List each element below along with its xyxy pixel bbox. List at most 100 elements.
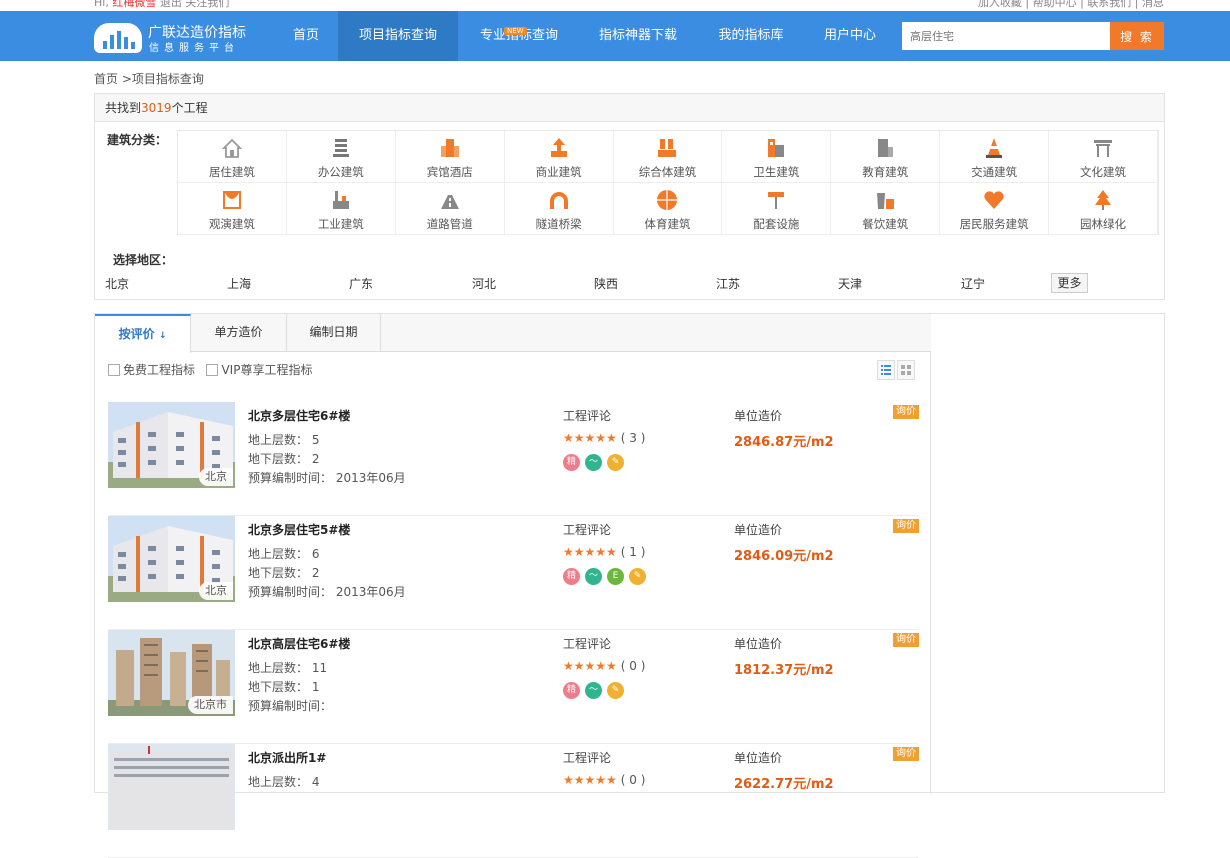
inquiry-tag[interactable]: 询价 xyxy=(893,747,919,761)
category-performance[interactable]: 观演建筑 xyxy=(178,183,287,235)
unit-price-label: 单位造价 xyxy=(734,637,783,651)
username-link[interactable]: 红梅微雪 xyxy=(112,0,156,9)
floors-above-label: 地上层数： xyxy=(248,661,309,675)
location-tag: 北京市 xyxy=(188,696,233,714)
nav-project-index[interactable]: 项目指标查询 xyxy=(338,11,458,61)
hotel-icon xyxy=(440,139,459,157)
nav-user-center[interactable]: 用户中心 xyxy=(810,11,890,61)
feature-badges: 精 ～ E ✎ xyxy=(563,567,651,585)
project-thumbnail[interactable]: 北京 xyxy=(108,402,235,488)
review-label: 工程评论 xyxy=(563,637,612,651)
follow-link[interactable]: 关注我们 xyxy=(185,0,229,9)
review-label: 工程评论 xyxy=(563,409,612,423)
review-count[interactable]: ( 1 ) xyxy=(621,545,646,559)
project-thumbnail[interactable]: 北京 xyxy=(108,516,235,602)
region-item[interactable]: 广东 xyxy=(349,275,373,292)
top-utility-bar: Hi, 红梅微雪 退出 关注我们 加入收藏 | 帮助中心 | 联系我们 | 消息 xyxy=(0,0,1230,10)
category-complex[interactable]: 综合体建筑 xyxy=(613,131,723,183)
inquiry-tag[interactable]: 询价 xyxy=(893,405,919,419)
list-view-icon[interactable] xyxy=(877,360,895,380)
category-sports[interactable]: 体育建筑 xyxy=(613,183,723,235)
inquiry-tag[interactable]: 询价 xyxy=(893,633,919,647)
category-residential[interactable]: 居住建筑 xyxy=(178,131,287,183)
region-item[interactable]: 天津 xyxy=(838,275,862,292)
category-dining[interactable]: 餐饮建筑 xyxy=(831,183,941,235)
region-item[interactable]: 上海 xyxy=(227,275,251,292)
stars-icon: ★★★★★ xyxy=(563,659,617,673)
more-regions-button[interactable]: 更多 xyxy=(1051,273,1088,293)
category-label-text: 道路管道 xyxy=(426,217,473,231)
nav-download[interactable]: 指标神器下载 xyxy=(582,11,694,61)
tab-sort-rating[interactable]: 按评价 ↓ xyxy=(95,314,191,353)
category-commercial[interactable]: 商业建筑 xyxy=(504,131,614,183)
category-facilities[interactable]: 配套设施 xyxy=(722,183,832,235)
floors-above-value: 6 xyxy=(311,547,320,561)
top-links[interactable]: 加入收藏 | 帮助中心 | 联系我们 | 消息 xyxy=(978,0,1164,10)
category-transport[interactable]: 交通建筑 xyxy=(940,131,1050,183)
project-item[interactable]: 北京市 北京高层住宅6#楼 地上层数： 11 地下层数： 1 预算编制时间： 工… xyxy=(108,630,919,744)
review-count[interactable]: ( 0 ) xyxy=(621,659,646,673)
nav-my-library[interactable]: 我的指标库 xyxy=(704,11,798,61)
cloud-logo-icon xyxy=(94,23,142,53)
search-input[interactable] xyxy=(902,22,1110,50)
category-culture[interactable]: 文化建筑 xyxy=(1049,131,1158,183)
trend-badge-icon: ～ xyxy=(585,454,602,471)
category-tunnels-bridges[interactable]: 隧道桥梁 xyxy=(504,183,614,235)
project-item[interactable]: 北京 北京多层住宅5#楼 地上层数： 6 地下层数： 2 预算编制时间： 201… xyxy=(108,516,919,630)
category-health[interactable]: 卫生建筑 xyxy=(722,131,832,183)
project-thumbnail[interactable]: 北京市 xyxy=(108,630,235,716)
project-title[interactable]: 北京多层住宅6#楼 xyxy=(248,407,350,424)
project-title[interactable]: 北京高层住宅6#楼 xyxy=(248,635,350,652)
project-thumbnail[interactable] xyxy=(108,744,235,830)
nav-professional-index[interactable]: 专业指标查询 xyxy=(462,11,576,61)
category-label-text: 商业建筑 xyxy=(535,165,582,179)
free-checkbox-label: 免费工程指标 xyxy=(123,363,196,377)
review-count[interactable]: ( 0 ) xyxy=(621,773,646,787)
project-item[interactable]: 北京派出所1# 地上层数： 4 工程评论 ★★★★★ ( 0 ) 单位造价 262… xyxy=(108,744,919,858)
project-title[interactable]: 北京多层住宅5#楼 xyxy=(248,521,350,538)
category-label-text: 隧道桥梁 xyxy=(535,217,582,231)
category-resident-services[interactable]: 居民服务建筑 xyxy=(940,183,1050,235)
complex-building-icon xyxy=(658,139,677,157)
category-label-text: 园林绿化 xyxy=(1080,217,1127,231)
sort-down-icon: ↓ xyxy=(158,331,167,341)
tab-sort-date[interactable]: 编制日期 xyxy=(287,314,381,352)
project-title[interactable]: 北京派出所1# xyxy=(248,749,326,766)
star-rating: ★★★★★ ( 0 ) xyxy=(563,659,645,673)
grid-view-icon[interactable] xyxy=(897,360,915,380)
category-roads[interactable]: 道路管道 xyxy=(395,183,505,235)
basketball-icon xyxy=(657,190,678,210)
region-item[interactable]: 陕西 xyxy=(594,275,618,292)
region-item[interactable]: 辽宁 xyxy=(961,275,985,292)
review-label: 工程评论 xyxy=(563,523,612,537)
review-count[interactable]: ( 3 ) xyxy=(621,431,646,445)
category-label-text: 综合体建筑 xyxy=(638,165,697,179)
category-label-text: 餐饮建筑 xyxy=(862,217,909,231)
region-item[interactable]: 北京 xyxy=(105,275,129,292)
search-button[interactable]: 搜 索 xyxy=(1110,22,1164,50)
vip-checkbox[interactable] xyxy=(206,363,219,376)
category-industrial[interactable]: 工业建筑 xyxy=(286,183,396,235)
inquiry-tag[interactable]: 询价 xyxy=(893,519,919,533)
region-item[interactable]: 江苏 xyxy=(716,275,740,292)
project-item[interactable]: 北京 北京多层住宅6#楼 地上层数： 5 地下层数： 2 预算编制时间： 201… xyxy=(108,402,919,516)
results-panel: 按评价 ↓ 单方造价 编制日期 免费工程指标 VIP尊享工程指标 北京 北京多层… xyxy=(95,314,931,858)
stars-icon: ★★★★★ xyxy=(563,773,617,787)
category-education[interactable]: 教育建筑 xyxy=(831,131,941,183)
region-item[interactable]: 河北 xyxy=(472,275,496,292)
category-landscape[interactable]: 园林绿化 xyxy=(1049,183,1158,235)
category-office[interactable]: 办公建筑 xyxy=(286,131,396,183)
free-checkbox[interactable] xyxy=(108,363,120,376)
region-label: 选择地区： xyxy=(113,253,174,267)
logout-link[interactable]: 退出 xyxy=(160,0,182,9)
feature-badges: 精 ～ ✎ xyxy=(563,453,629,471)
featured-badge-icon: 精 xyxy=(563,682,580,699)
nav-home[interactable]: 首页 xyxy=(278,11,334,61)
category-hotel[interactable]: 宾馆酒店 xyxy=(395,131,505,183)
star-rating: ★★★★★ ( 3 ) xyxy=(563,431,645,445)
tab-sort-unit-price[interactable]: 单方造价 xyxy=(191,314,287,352)
category-label-text: 卫生建筑 xyxy=(753,165,800,179)
budget-date-label: 预算编制时间： xyxy=(248,699,333,713)
site-logo[interactable]: 广联达造价指标 信息服务平台 xyxy=(94,21,254,54)
floors-below: 地下层数： 1 xyxy=(248,678,319,695)
